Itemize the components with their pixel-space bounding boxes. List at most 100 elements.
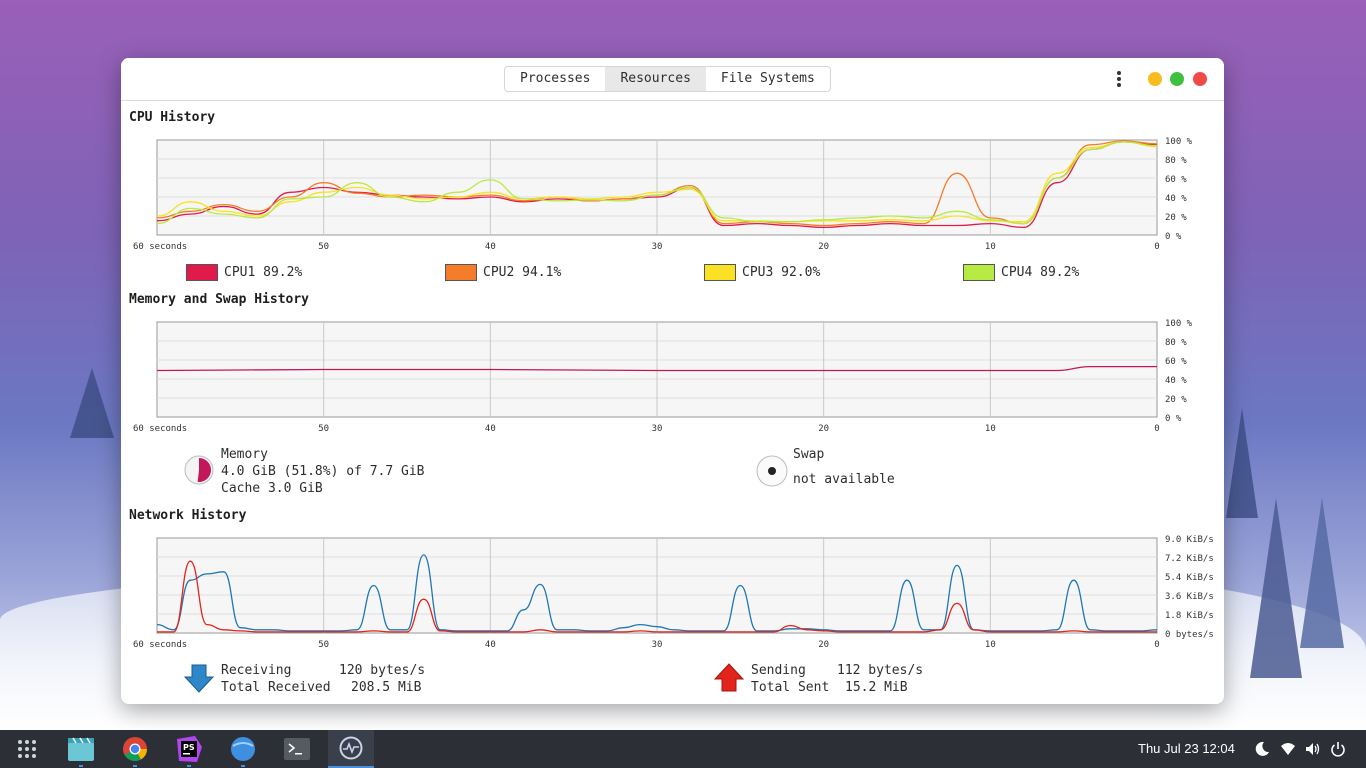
y-tick-label: 0 bytes/s bbox=[1165, 630, 1214, 640]
total-sent-label: Total Sent bbox=[751, 680, 830, 695]
x-tick-label: 10 bbox=[985, 424, 996, 434]
x-tick-label: 40 bbox=[485, 424, 496, 434]
x-axis-label: 60 seconds bbox=[133, 242, 187, 252]
memory-cache: Cache 3.0 GiB bbox=[221, 481, 323, 496]
chrome-launcher[interactable] bbox=[112, 730, 158, 768]
y-tick-label: 80 % bbox=[1165, 156, 1187, 166]
wallpaper-tree bbox=[1250, 498, 1302, 678]
memory-history-title: Memory and Swap History bbox=[129, 292, 310, 307]
x-tick-label: 30 bbox=[652, 424, 663, 434]
swap-status: not available bbox=[793, 472, 895, 487]
receiving-arrow-icon[interactable] bbox=[184, 663, 214, 693]
network-history-title: Network History bbox=[129, 508, 247, 523]
web-browser-icon bbox=[231, 737, 255, 761]
legend-cpu4: CPU4 89.2% bbox=[963, 263, 1079, 281]
video-editor-launcher[interactable] bbox=[58, 730, 104, 768]
terminal-launcher[interactable] bbox=[274, 730, 320, 768]
view-switcher: Processes Resources File Systems bbox=[504, 66, 831, 92]
total-received-label: Total Received bbox=[221, 680, 331, 695]
y-tick-label: 60 % bbox=[1165, 357, 1187, 367]
swap-label: Swap bbox=[793, 447, 825, 462]
tab-resources[interactable]: Resources bbox=[605, 67, 706, 91]
chrome-icon bbox=[123, 737, 147, 762]
memory-label: Memory bbox=[221, 447, 268, 462]
night-mode-icon[interactable] bbox=[1254, 741, 1270, 757]
clock[interactable]: Thu Jul 23 12:04 bbox=[1138, 730, 1235, 768]
maximize-button[interactable] bbox=[1170, 72, 1184, 86]
close-button[interactable] bbox=[1193, 72, 1207, 86]
y-tick-label: 5.4 KiB/s bbox=[1165, 573, 1214, 583]
x-tick-label: 30 bbox=[652, 242, 663, 252]
swap-pie-icon[interactable] bbox=[756, 455, 788, 487]
legend-cpu1-label: CPU1 89.2% bbox=[224, 264, 303, 280]
y-tick-label: 1.8 KiB/s bbox=[1165, 611, 1214, 621]
receiving-row: Receiving bbox=[221, 662, 291, 679]
y-tick-label: 3.6 KiB/s bbox=[1165, 592, 1214, 602]
y-tick-label: 20 % bbox=[1165, 213, 1187, 223]
x-tick-label: 0 bbox=[1154, 242, 1159, 252]
sending-value: 112 bytes/s bbox=[837, 663, 924, 678]
system-monitor-window: Processes Resources File Systems CPU His… bbox=[121, 58, 1224, 704]
y-tick-label: 100 % bbox=[1165, 319, 1193, 329]
x-tick-label: 50 bbox=[318, 640, 329, 650]
running-indicator bbox=[133, 765, 137, 767]
terminal-icon bbox=[284, 738, 310, 760]
web-browser-launcher[interactable] bbox=[220, 730, 266, 768]
legend-cpu4-label: CPU4 89.2% bbox=[1001, 264, 1080, 280]
cpu2-color-swatch[interactable] bbox=[445, 263, 477, 281]
volume-icon[interactable] bbox=[1305, 741, 1321, 757]
cpu3-color-swatch[interactable] bbox=[704, 263, 736, 281]
header-bar: Processes Resources File Systems bbox=[121, 58, 1224, 101]
phpstorm-launcher[interactable]: PS bbox=[166, 730, 212, 768]
legend-cpu1: CPU1 89.2% bbox=[186, 263, 302, 281]
x-tick-label: 40 bbox=[485, 242, 496, 252]
y-tick-label: 7.2 KiB/s bbox=[1165, 554, 1214, 564]
total-sent-value: 15.2 MiB bbox=[845, 680, 908, 695]
x-tick-label: 30 bbox=[652, 640, 663, 650]
x-tick-label: 40 bbox=[485, 640, 496, 650]
wallpaper-tree bbox=[70, 368, 114, 438]
app-grid-icon bbox=[18, 740, 36, 758]
network-graph: 50 40 30 20 10 0 60 seconds 9.0 KiB/s 7.2 KiB/s 5… bbox=[121, 534, 1224, 654]
legend-cpu2-label: CPU2 94.1% bbox=[483, 264, 562, 280]
memory-pie-icon[interactable] bbox=[184, 455, 214, 485]
wallpaper-tree bbox=[1226, 408, 1258, 518]
receiving-label: Receiving bbox=[221, 663, 292, 678]
legend-cpu3-label: CPU3 92.0% bbox=[742, 264, 821, 280]
y-tick-label: 60 % bbox=[1165, 175, 1187, 185]
x-tick-label: 50 bbox=[318, 424, 329, 434]
tab-file-systems[interactable]: File Systems bbox=[706, 67, 830, 91]
power-icon[interactable] bbox=[1330, 741, 1346, 757]
receiving-value: 120 bytes/s bbox=[339, 663, 426, 678]
total-received-value: 208.5 MiB bbox=[351, 680, 422, 695]
x-tick-label: 20 bbox=[818, 242, 829, 252]
y-tick-label: 100 % bbox=[1165, 137, 1193, 147]
x-tick-label: 20 bbox=[818, 424, 829, 434]
x-tick-label: 50 bbox=[318, 242, 329, 252]
running-indicator bbox=[187, 765, 191, 767]
menu-icon[interactable] bbox=[1111, 70, 1127, 90]
minimize-button[interactable] bbox=[1148, 72, 1162, 86]
phpstorm-icon: PS bbox=[177, 736, 202, 762]
x-tick-label: 20 bbox=[818, 640, 829, 650]
legend-cpu2: CPU2 94.1% bbox=[445, 263, 561, 281]
y-tick-label: 40 % bbox=[1165, 376, 1187, 386]
cpu4-color-swatch[interactable] bbox=[963, 263, 995, 281]
x-axis-label: 60 seconds bbox=[133, 640, 187, 650]
x-tick-label: 10 bbox=[985, 242, 996, 252]
y-tick-label: 0 % bbox=[1165, 414, 1182, 424]
cpu1-color-swatch[interactable] bbox=[186, 263, 218, 281]
system-monitor-icon bbox=[339, 736, 363, 760]
system-monitor-launcher[interactable] bbox=[328, 730, 374, 768]
wallpaper-tree bbox=[1300, 498, 1344, 648]
memory-graph: 50 40 30 20 10 0 60 seconds 100 % 80 % 60 % 40 % 20… bbox=[121, 318, 1224, 438]
y-tick-label: 9.0 KiB/s bbox=[1165, 535, 1214, 545]
running-indicator bbox=[241, 765, 245, 767]
app-grid-button[interactable] bbox=[4, 730, 50, 768]
taskbar: PS Thu Jul 23 12:04 bbox=[0, 730, 1366, 768]
tab-processes[interactable]: Processes bbox=[505, 67, 605, 91]
cpu-graph: 50 40 30 20 10 0 60 seconds 100 % 80 % 60 % 40 % 20… bbox=[121, 136, 1224, 256]
wifi-icon[interactable] bbox=[1280, 741, 1296, 757]
sending-arrow-icon[interactable] bbox=[714, 663, 744, 693]
x-tick-label: 10 bbox=[985, 640, 996, 650]
